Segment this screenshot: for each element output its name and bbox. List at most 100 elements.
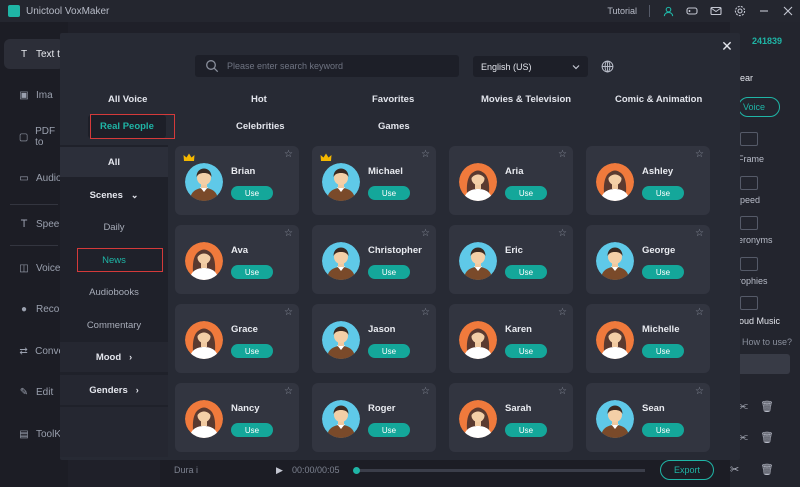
voice-card[interactable]: ☆ Eric Use [449,225,573,294]
voice-button[interactable]: Voice [738,97,780,117]
progress-track[interactable] [355,469,645,472]
star-icon[interactable]: ☆ [421,307,430,318]
use-button[interactable]: Use [642,186,684,200]
tab-games[interactable]: Games [378,121,410,132]
sidebar-item-text[interactable]: T Text t [4,39,64,69]
right-item[interactable]: roud Music [736,316,780,326]
how-to-use-link[interactable]: How to use? [742,337,792,347]
star-icon[interactable]: ☆ [695,228,704,239]
star-icon[interactable]: ☆ [558,228,567,239]
filter-commentary[interactable]: Commentary [60,310,168,340]
sidebar-item-record[interactable]: ● Recor [4,294,64,324]
tab-comic-animation[interactable]: Comic & Animation [615,94,702,105]
use-button[interactable]: Use [231,423,273,437]
star-icon[interactable]: ☆ [695,149,704,160]
use-button[interactable]: Use [231,344,273,358]
use-button[interactable]: Use [642,423,684,437]
filter-genders[interactable]: Genders › [60,375,168,405]
voice-card[interactable]: ☆ Christopher Use [312,225,436,294]
use-button[interactable]: Use [505,186,547,200]
gamepad-icon[interactable] [686,5,698,17]
export-button[interactable]: Export [660,460,714,480]
sidebar-item-image[interactable]: ▣ Ima [4,80,64,110]
user-icon[interactable] [662,5,674,17]
use-button[interactable]: Use [505,344,547,358]
minimize-icon[interactable] [758,5,770,17]
use-button[interactable]: Use [368,423,410,437]
sidebar-item-edit[interactable]: ✎ Edit [4,377,64,407]
star-icon[interactable]: ☆ [284,228,293,239]
voice-card[interactable]: ☆ Aria Use [449,146,573,215]
filter-audiobooks[interactable]: Audiobooks [60,277,168,307]
tab-favorites[interactable]: Favorites [372,94,414,105]
voice-card[interactable]: ☆ Sean Use [586,383,710,452]
voice-card[interactable]: ☆ Nancy Use [175,383,299,452]
trash-icon[interactable]: 🗑 [760,431,774,444]
voice-card[interactable]: ☆ Ashley Use [586,146,710,215]
sidebar-item-audio[interactable]: ▭ Audio [4,163,64,193]
star-icon[interactable]: ☆ [695,307,704,318]
sidebar-item-toolkit[interactable]: ▤ ToolK [4,419,64,449]
right-item[interactable]: Frame [738,154,764,164]
star-icon[interactable]: ☆ [421,228,430,239]
tab-celebrities[interactable]: Celebrities [236,121,285,132]
tab-movies-television[interactable]: Movies & Television [481,94,571,105]
star-icon[interactable]: ☆ [284,386,293,397]
star-icon[interactable]: ☆ [284,307,293,318]
voice-card[interactable]: ☆ George Use [586,225,710,294]
star-icon[interactable]: ☆ [421,149,430,160]
voice-card[interactable]: ☆ Sarah Use [449,383,573,452]
language-select[interactable]: English (US) [473,56,588,77]
sidebar-item-pdf[interactable]: ▢ PDF to [4,122,64,152]
star-icon[interactable]: ☆ [558,307,567,318]
right-item[interactable]: peed [740,195,760,205]
star-icon[interactable]: ☆ [421,386,430,397]
star-icon[interactable]: ☆ [558,386,567,397]
close-icon[interactable]: ✕ [720,39,734,53]
sidebar-item-convert[interactable]: ⇄ Conve [4,336,64,366]
voice-card[interactable]: ☆ Michael Use [312,146,436,215]
sidebar-item-voice[interactable]: ◫ Voice [4,253,64,283]
voice-card[interactable]: ☆ Brian Use [175,146,299,215]
voice-card[interactable]: ☆ Jason Use [312,304,436,373]
use-button[interactable]: Use [368,265,410,279]
use-button[interactable]: Use [642,265,684,279]
use-button[interactable]: Use [231,265,273,279]
star-icon[interactable]: ☆ [284,149,293,160]
gear-icon[interactable] [734,5,746,17]
window-close-icon[interactable] [782,5,794,17]
tutorial-link[interactable]: Tutorial [607,6,637,16]
voice-card[interactable]: ☆ Grace Use [175,304,299,373]
tab-all-voice[interactable]: All Voice [108,94,147,105]
star-icon[interactable]: ☆ [695,386,704,397]
voice-card[interactable]: ☆ Ava Use [175,225,299,294]
trash-icon[interactable]: 🗑 [760,400,774,413]
right-panel-button[interactable] [732,354,790,374]
right-item[interactable]: rophies [738,276,768,286]
star-icon[interactable]: ☆ [558,149,567,160]
filter-all[interactable]: All [60,147,168,177]
filter-scenes[interactable]: Scenes ⌄ [60,180,168,210]
search-box[interactable] [195,55,459,77]
voice-card[interactable]: ☆ Roger Use [312,383,436,452]
use-button[interactable]: Use [231,186,273,200]
globe-icon[interactable] [601,60,614,73]
filter-mood[interactable]: Mood › [60,342,168,372]
use-button[interactable]: Use [505,423,547,437]
trash-icon[interactable]: 🗑 [760,463,774,476]
use-button[interactable]: Use [368,344,410,358]
right-item[interactable]: eronyms [738,235,773,245]
voice-card[interactable]: ☆ Michelle Use [586,304,710,373]
use-button[interactable]: Use [505,265,547,279]
search-input[interactable] [227,61,447,71]
cut-icon[interactable]: ✂ [730,463,739,476]
sidebar-item-speech[interactable]: ꓔ Spee [4,209,64,239]
mail-icon[interactable] [710,5,722,17]
use-button[interactable]: Use [642,344,684,358]
filter-daily[interactable]: Daily [60,212,168,242]
tab-hot[interactable]: Hot [251,94,267,105]
play-icon[interactable]: ▶ [276,465,283,476]
use-button[interactable]: Use [368,186,410,200]
voice-card[interactable]: ☆ Karen Use [449,304,573,373]
progress-knob[interactable] [353,467,360,474]
